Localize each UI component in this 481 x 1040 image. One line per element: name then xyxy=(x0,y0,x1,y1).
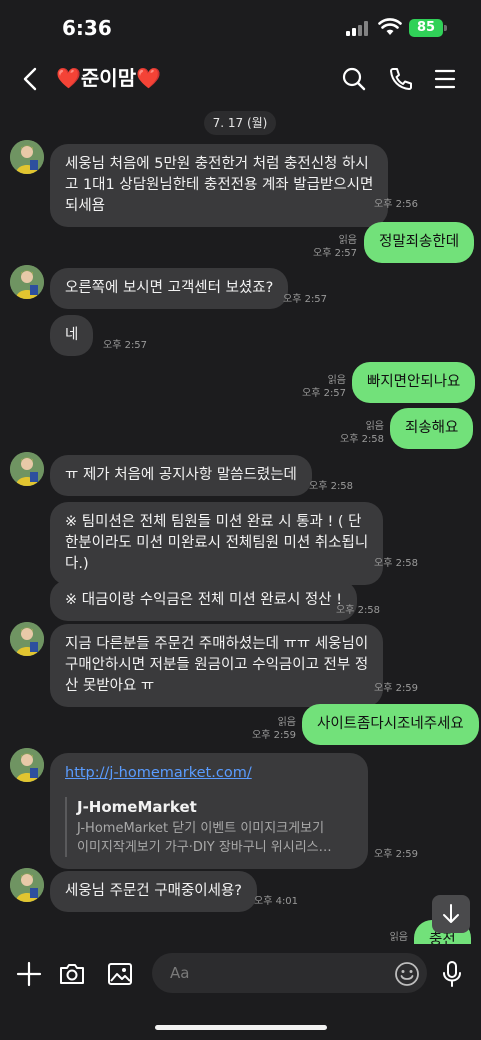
menu-icon[interactable] xyxy=(428,62,462,96)
chat-header: ❤️준이맘❤️ xyxy=(0,56,481,102)
message-meta: 읽음 오후 2:57 xyxy=(313,234,357,260)
mic-icon[interactable] xyxy=(437,959,467,989)
chat-area[interactable]: 7. 17 (월) 세웅님 처음에 5만원 충전한거 처럼 충전신청 하시 고 … xyxy=(0,102,481,944)
link-preview-card[interactable]: http://j-homemarket.com/ J-HomeMarket J-… xyxy=(50,753,368,869)
link-url[interactable]: http://j-homemarket.com/ xyxy=(65,765,353,781)
incoming-message: ※ 팀미션은 전체 팀원들 미션 완료 시 통과 ! ( 단 한분이라도 미션 … xyxy=(50,502,384,585)
incoming-message: ※ 대금이랑 수익금은 전체 미션 완료시 정산 ! xyxy=(50,580,358,621)
link-preview-description: J-HomeMarket 닫기 이벤트 이미지크게보기 이미지작게보기 가구·D… xyxy=(77,821,332,855)
outgoing-message: 사이트좀다시조네주세요 xyxy=(302,704,479,745)
read-receipt: 읽음 xyxy=(389,932,408,943)
avatar-image xyxy=(10,140,44,174)
message-time: 오후 2:57 xyxy=(283,294,328,305)
message-time: 오후 4:01 xyxy=(254,896,299,907)
outgoing-message: 정말죄송한데 xyxy=(364,222,475,263)
message-time: 오후 2:57 xyxy=(103,340,148,351)
emoji-icon[interactable] xyxy=(392,959,422,989)
incoming-message: 네 xyxy=(50,315,94,356)
message-meta: 읽음 오후 2:58 xyxy=(340,420,384,446)
back-icon[interactable] xyxy=(16,64,46,94)
read-receipt: 읽음 xyxy=(277,717,296,728)
incoming-message: 오른쪽에 보시면 고객센터 보셨죠? xyxy=(50,268,289,309)
battery-tip xyxy=(444,25,447,31)
outgoing-message: 죄송해요 xyxy=(390,408,474,449)
message-time: 오후 2:58 xyxy=(336,605,381,616)
message-meta: 읽음 오후 2:59 xyxy=(252,716,296,742)
avatar-image xyxy=(10,622,44,656)
signal-icon xyxy=(346,21,370,36)
wifi-icon xyxy=(378,18,402,35)
message-meta: 읽음 오후 2:57 xyxy=(302,374,346,400)
avatar[interactable] xyxy=(10,868,44,902)
avatar-image xyxy=(10,452,44,486)
incoming-message: ㅠ 제가 처음에 공지사항 말씀드렸는데 xyxy=(50,455,312,496)
incoming-message: 지금 다른분들 주문건 주매하셨는데 ㅠㅠ 세웅님이 구매안하시면 저분들 원금… xyxy=(50,624,384,707)
message-time: 오후 2:58 xyxy=(309,481,354,492)
read-receipt: 읽음 xyxy=(327,375,346,386)
image-icon[interactable] xyxy=(105,959,135,989)
avatar[interactable] xyxy=(10,140,44,174)
battery-indicator: 85 xyxy=(409,19,443,37)
status-bar: 6:36 85 xyxy=(0,0,481,56)
message-time: 오후 2:58 xyxy=(374,558,419,569)
message-input[interactable] xyxy=(152,953,427,993)
date-divider: 7. 17 (월) xyxy=(204,111,276,135)
message-time: 오후 2:56 xyxy=(374,199,419,210)
heart-icon: ❤️ xyxy=(56,66,81,90)
scroll-to-bottom-button[interactable] xyxy=(432,895,470,933)
avatar-image xyxy=(10,868,44,902)
incoming-message: 세웅님 주문건 구매중이세용? xyxy=(50,871,257,912)
link-preview-title: J-HomeMarket xyxy=(77,798,197,816)
message-time: 오후 2:57 xyxy=(302,388,347,399)
message-input-bar xyxy=(0,944,481,1040)
read-receipt: 읽음 xyxy=(365,421,384,432)
avatar[interactable] xyxy=(10,622,44,656)
incoming-message: 세웅님 처음에 5만원 충전한거 처럼 충전신청 하시 고 1대1 상담원님한테… xyxy=(50,144,389,227)
message-time: 오후 2:57 xyxy=(313,248,358,259)
message-time: 오후 2:59 xyxy=(252,730,297,741)
avatar-image xyxy=(10,748,44,782)
camera-icon[interactable] xyxy=(57,959,87,989)
avatar[interactable] xyxy=(10,265,44,299)
message-time: 오후 2:59 xyxy=(374,849,419,860)
contact-name: 준이맘 xyxy=(80,66,137,90)
phone-icon[interactable] xyxy=(384,62,418,96)
status-time: 6:36 xyxy=(62,16,112,40)
message-time: 오후 2:58 xyxy=(340,434,385,445)
avatar[interactable] xyxy=(10,452,44,486)
link-preview[interactable]: J-HomeMarket J-HomeMarket 닫기 이벤트 이미지크게보기… xyxy=(65,797,353,857)
home-indicator xyxy=(155,1025,327,1030)
heart-icon: ❤️ xyxy=(136,66,162,90)
message-meta: 읽음 xyxy=(364,931,408,944)
message-time: 오후 2:59 xyxy=(374,683,419,694)
outgoing-message: 빠지면안되나요 xyxy=(352,362,476,403)
search-icon[interactable] xyxy=(337,62,371,96)
arrow-down-icon xyxy=(443,904,459,923)
chat-title[interactable]: ❤️준이맘❤️ xyxy=(56,64,161,92)
read-receipt: 읽음 xyxy=(338,235,357,246)
avatar-image xyxy=(10,265,44,299)
avatar[interactable] xyxy=(10,748,44,782)
plus-icon[interactable] xyxy=(14,959,44,989)
